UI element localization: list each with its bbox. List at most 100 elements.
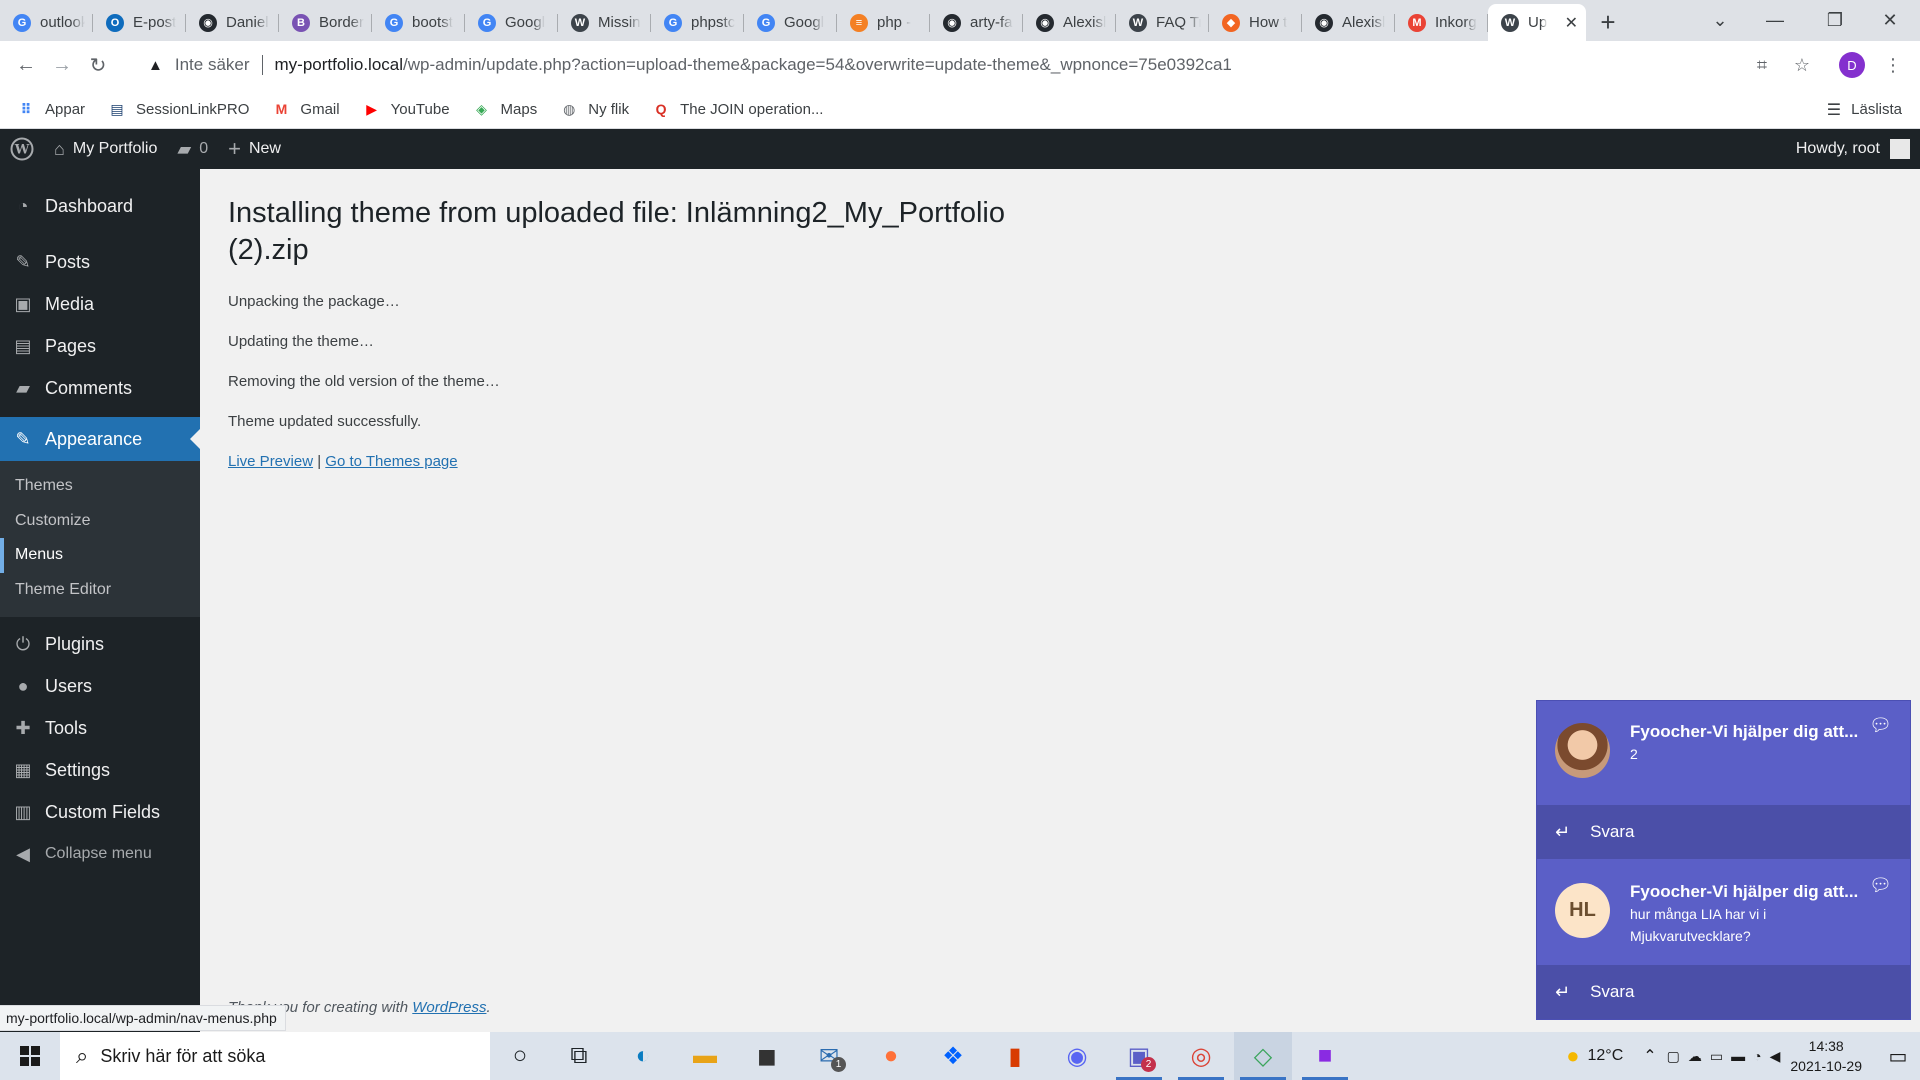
restore-icon[interactable]: ❐ <box>1805 0 1865 41</box>
notification-card[interactable]: HL Fyoocher-Vi hjälper dig att... hur må… <box>1537 861 1910 965</box>
onedrive-icon[interactable]: ☁ <box>1688 1048 1702 1065</box>
live-preview-link[interactable]: Live Preview <box>228 453 313 470</box>
translate-icon[interactable]: ⌗ <box>1746 49 1778 81</box>
submenu-item-theme-editor[interactable]: Theme Editor <box>0 573 200 608</box>
firefox-icon[interactable]: ● <box>862 1032 920 1080</box>
show-hidden-icons-chevron-icon[interactable]: ⌃ <box>1643 1046 1656 1066</box>
site-name-link[interactable]: ⌂ My Portfolio <box>44 129 167 169</box>
browser-tab[interactable]: ◉ Alexisl <box>1302 4 1395 41</box>
mail-icon[interactable]: ✉ 1 <box>800 1032 858 1080</box>
browser-tab[interactable]: M Inkorg <box>1395 4 1488 41</box>
menu-kebab-icon[interactable]: ⋮ <box>1877 49 1909 81</box>
browser-tab-active[interactable]: W Up ✕ <box>1488 4 1586 41</box>
tab-search-icon[interactable]: ⌄ <box>1690 0 1750 41</box>
volume-icon[interactable]: ◀ <box>1770 1048 1781 1065</box>
sidebar-item-dashboard[interactable]: ◔ Dashboard <box>0 185 200 227</box>
browser-tab[interactable]: G Googl <box>744 4 837 41</box>
store-icon[interactable]: ◼ <box>738 1032 796 1080</box>
new-tab-button[interactable]: + <box>1586 4 1630 41</box>
bookmark-item[interactable]: ◍ Ny flik <box>559 100 629 118</box>
browser-tab[interactable]: O E-post <box>93 4 186 41</box>
browser-tab[interactable]: Gphpstc <box>651 4 744 41</box>
wifi-icon[interactable]: ◔ <box>1753 1048 1761 1064</box>
browser-tab[interactable]: ≡ php - <box>837 4 930 41</box>
bookmark-item[interactable]: ◈ Maps <box>472 100 537 118</box>
battery-icon[interactable]: ▬ <box>1731 1048 1745 1064</box>
bookmark-item[interactable]: ⠿ Appar <box>16 100 86 118</box>
address-bar[interactable]: ▲ Inte säker my-portfolio.local/wp-admin… <box>138 46 1778 84</box>
sidebar-item-custom-fields[interactable]: ▥ Custom Fields <box>0 791 200 833</box>
office-icon[interactable]: ▮ <box>986 1032 1044 1080</box>
reply-button[interactable]: ↵ Svara <box>1537 805 1910 859</box>
weather-sun-icon[interactable]: ● <box>1566 1043 1579 1069</box>
windows-start-button[interactable] <box>0 1032 60 1080</box>
submenu-item-customize[interactable]: Customize <box>0 504 200 539</box>
localwp-icon[interactable]: ◇ <box>1234 1032 1292 1080</box>
sidebar-item-settings[interactable]: ▦ Settings <box>0 749 200 791</box>
wordpress-logo-icon[interactable]: W <box>0 129 44 169</box>
bookmark-item[interactable]: M Gmail <box>271 100 340 118</box>
edge-icon[interactable]: ◐ <box>614 1032 672 1080</box>
browser-tab[interactable]: ◆ How t <box>1209 4 1302 41</box>
back-icon[interactable]: ← <box>8 48 44 84</box>
browser-tab[interactable]: ◉ Alexisl <box>1023 4 1116 41</box>
sender-photo-avatar <box>1555 723 1610 778</box>
wordpress-link[interactable]: WordPress <box>412 999 486 1016</box>
bookmark-item[interactable]: ▤ SessionLinkPRO <box>107 100 249 118</box>
file-explorer-icon[interactable]: ▬ <box>676 1032 734 1080</box>
forward-icon[interactable]: → <box>44 48 80 84</box>
sidebar-item-media[interactable]: ▣ Media <box>0 283 200 325</box>
url-path[interactable]: /wp-admin/update.php?action=upload-theme… <box>403 55 1232 75</box>
security-label[interactable]: Inte säker <box>175 55 250 75</box>
new-content-link[interactable]: + New <box>218 129 291 169</box>
reading-list-button[interactable]: ☰ Läslista <box>1827 90 1902 129</box>
bookmark-item[interactable]: ▶ YouTube <box>362 100 449 118</box>
close-tab-icon[interactable]: ✕ <box>1565 13 1578 33</box>
dropbox-icon[interactable]: ❖ <box>924 1032 982 1080</box>
temperature[interactable]: 12°C <box>1588 1047 1624 1065</box>
minimize-icon[interactable]: — <box>1745 0 1805 41</box>
submenu-item-menus[interactable]: Menus <box>0 538 200 573</box>
sidebar-item-users[interactable]: ● Users <box>0 665 200 707</box>
sidebar-item-posts[interactable]: ✎ Posts <box>0 241 200 283</box>
display-icon[interactable]: ▭ <box>1710 1048 1723 1065</box>
taskbar-clock[interactable]: 14:38 2021-10-29 <box>1790 1036 1862 1076</box>
sidebar-item-comments[interactable]: ▰ Comments <box>0 367 200 409</box>
sidebar-item-plugins[interactable]: ⏻ Plugins <box>0 623 200 665</box>
not-secure-warning-icon[interactable]: ▲ <box>148 57 163 74</box>
bookmark-item[interactable]: Q The JOIN operation... <box>651 100 824 118</box>
sidebar-item-pages[interactable]: ▤ Pages <box>0 325 200 367</box>
sidebar-item-tools[interactable]: ✚ Tools <box>0 707 200 749</box>
close-window-icon[interactable]: ✕ <box>1860 0 1920 41</box>
notification-body: 2 <box>1630 746 1638 762</box>
taskbar-search[interactable]: ⌕ Skriv här för att söka <box>60 1032 490 1080</box>
browser-tab[interactable]: Gbootst <box>372 4 465 41</box>
collapse-menu-button[interactable]: ◀ Collapse menu <box>0 833 200 875</box>
comments-link[interactable]: ▰ 0 <box>167 129 218 169</box>
notification-center-icon[interactable]: ▭ <box>1876 1032 1920 1080</box>
reply-button[interactable]: ↵ Svara <box>1537 965 1910 1019</box>
chrome-icon[interactable]: ◎ <box>1172 1032 1230 1080</box>
task-view-icon[interactable]: ⧉ <box>550 1032 608 1080</box>
phpstorm-icon[interactable]: ■ <box>1296 1032 1354 1080</box>
reload-icon[interactable]: ↻ <box>80 48 116 84</box>
cortana-icon[interactable]: ○ <box>491 1032 549 1080</box>
url-host[interactable]: my-portfolio.local <box>275 55 404 75</box>
profile-avatar[interactable]: D <box>1839 52 1865 78</box>
browser-tab[interactable]: G Googl <box>465 4 558 41</box>
teams-icon[interactable]: ▣ 2 <box>1110 1032 1168 1080</box>
browser-tab[interactable]: B Border <box>279 4 372 41</box>
meet-now-icon[interactable]: ▢ <box>1667 1048 1680 1065</box>
notification-card[interactable]: Fyoocher-Vi hjälper dig att... 2 💬︎ <box>1537 701 1910 805</box>
go-to-themes-link[interactable]: Go to Themes page <box>325 453 457 470</box>
browser-tab[interactable]: W Missin <box>558 4 651 41</box>
browser-tab[interactable]: ◉ arty-fa <box>930 4 1023 41</box>
submenu-item-themes[interactable]: Themes <box>0 469 200 504</box>
my-account-menu[interactable]: Howdy, root <box>1796 129 1910 169</box>
browser-tab[interactable]: W FAQ Tr <box>1116 4 1209 41</box>
browser-tab[interactable]: Goutlook <box>0 4 93 41</box>
sidebar-item-appearance[interactable]: ✎ Appearance <box>0 417 200 461</box>
discord-icon[interactable]: ◉ <box>1048 1032 1106 1080</box>
browser-tab[interactable]: ◉ Daniel <box>186 4 279 41</box>
bookmark-star-icon[interactable]: ☆ <box>1786 49 1818 81</box>
